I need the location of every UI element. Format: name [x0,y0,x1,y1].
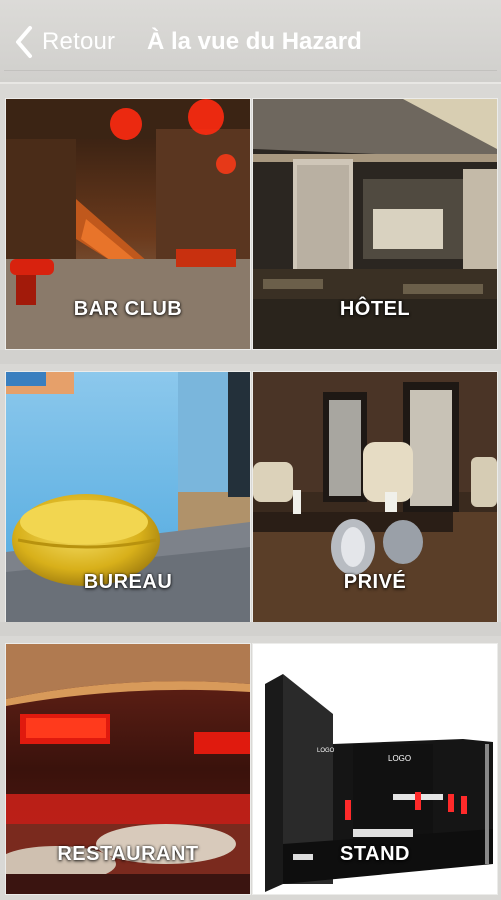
back-label: Retour [42,28,116,55]
page-title: À la vue du Hazard [147,28,362,55]
tile-label: RESTAURANT [57,843,199,865]
tile-label: HÔTEL [339,298,411,320]
tile-label: BUREAU [83,571,173,593]
category-grid: BAR CLUB HÔTEL BUREAU PRIVÉ RESTAURANT L… [0,84,501,900]
chevron-left-icon [16,26,32,58]
tile-restaurant[interactable]: RESTAURANT [6,644,250,894]
tile-hotel[interactable]: HÔTEL [253,99,497,349]
row-divider [0,622,501,636]
tile-label: PRIVÉ [343,571,407,593]
stand-logo-text: LOGO [388,754,411,763]
header-divider [4,70,497,71]
row-divider [0,350,501,364]
tile-label: STAND [340,843,410,865]
tile-stand[interactable]: LOGO LOGO STAND [253,644,497,894]
tile-prive[interactable]: PRIVÉ [253,372,497,622]
top-app-bar: Retour À la vue du Hazard [0,0,501,84]
tile-bureau[interactable]: BUREAU [6,372,250,622]
tile-bar-club[interactable]: BAR CLUB [6,99,250,349]
stand-logo-text-small: LOGO [317,748,335,754]
tile-label: BAR CLUB [73,298,183,320]
back-button[interactable]: Retour [14,22,115,62]
